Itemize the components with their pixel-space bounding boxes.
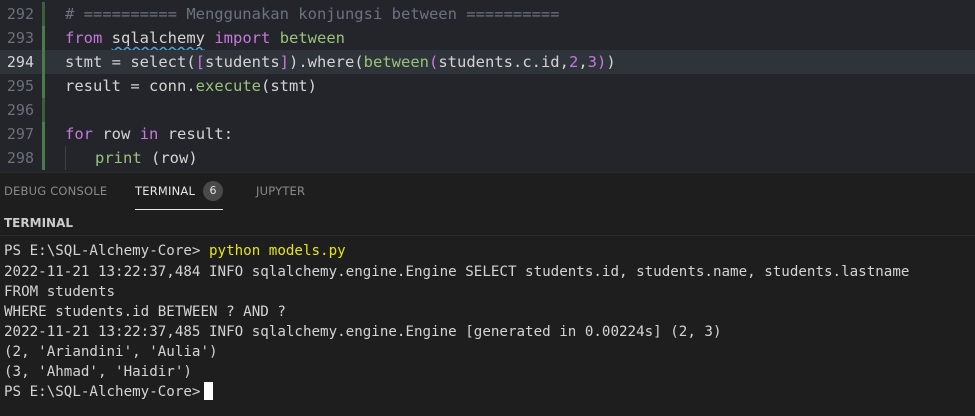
tab-jupyter[interactable]: JUPYTER [256,173,305,209]
code-text: from sqlalchemy import between [65,29,346,47]
terminal-line: 2022-11-21 13:22:37,484 INFO sqlalchemy.… [4,264,910,280]
terminal-count-badge: 6 [203,180,224,201]
line-number: 294 [6,53,34,71]
tab-debug-console[interactable]: DEBUG CONSOLE [4,173,107,209]
terminal-cursor [204,382,214,400]
terminal-output[interactable]: PS E:\SQL-Alchemy-Core> python models.py… [0,236,975,416]
code-line[interactable]: 298 print (row) [0,146,975,170]
code-text: for row in result: [65,125,234,143]
git-change-marker[interactable] [42,122,45,146]
line-number: 295 [6,77,34,95]
tab-terminal[interactable]: TERMINAL 6 [135,173,224,210]
git-change-marker[interactable] [42,26,45,50]
terminal-command: python models.py [209,243,346,259]
code-line[interactable]: 295 result = conn.execute(stmt) [0,74,975,98]
indent-guide [65,146,66,170]
terminal-line[interactable]: PS E:\SQL-Alchemy-Core> [4,382,214,402]
code-text: stmt = select([students]).where(between(… [65,53,616,71]
terminal-line: PS E:\SQL-Alchemy-Core> python models.py [4,241,346,261]
tab-terminal-label: TERMINAL [135,184,196,198]
git-change-marker[interactable] [42,146,45,170]
code-line[interactable]: 292 # ========== Menggunakan konjungsi b… [0,2,975,26]
terminal-line: (3, 'Ahmad', 'Haidir') [4,364,192,380]
code-text: print (row) [95,149,198,167]
git-change-marker[interactable] [42,2,45,26]
code-line-active[interactable]: 294 stmt = select([students]).where(betw… [0,50,975,74]
terminal-line: 2022-11-21 13:22:37,485 INFO sqlalchemy.… [4,324,722,340]
terminal-prompt: PS E:\SQL-Alchemy-Core> [4,243,201,259]
code-line[interactable]: 296 [0,98,975,122]
lint-warning-token: sqlalchemy [111,29,205,47]
code-comment: # ========== Menggunakan konjungsi betwe… [65,5,560,23]
panel-tab-bar: DEBUG CONSOLE TERMINAL 6 JUPYTER [0,172,975,211]
line-number: 293 [6,29,34,47]
terminal-line: FROM students [4,284,116,300]
line-number: 297 [6,125,34,143]
line-number: 296 [6,101,34,119]
terminal-prompt: PS E:\SQL-Alchemy-Core> [4,384,201,400]
terminal-line: (2, 'Ariandini', 'Aulia') [4,344,218,360]
git-change-marker[interactable] [42,50,45,74]
code-line[interactable]: 293 from sqlalchemy import between [0,26,975,50]
code-line[interactable]: 297 for row in result: [0,122,975,146]
git-change-marker[interactable] [42,74,45,98]
line-number: 292 [6,5,34,23]
git-change-marker[interactable] [42,98,45,122]
code-editor[interactable]: 292 # ========== Menggunakan konjungsi b… [0,0,975,172]
code-text: result = conn.execute(stmt) [65,77,317,95]
terminal-line: WHERE students.id BETWEEN ? AND ? [4,304,286,320]
line-number: 298 [6,149,34,167]
terminal-section-title: TERMINAL [0,210,975,236]
